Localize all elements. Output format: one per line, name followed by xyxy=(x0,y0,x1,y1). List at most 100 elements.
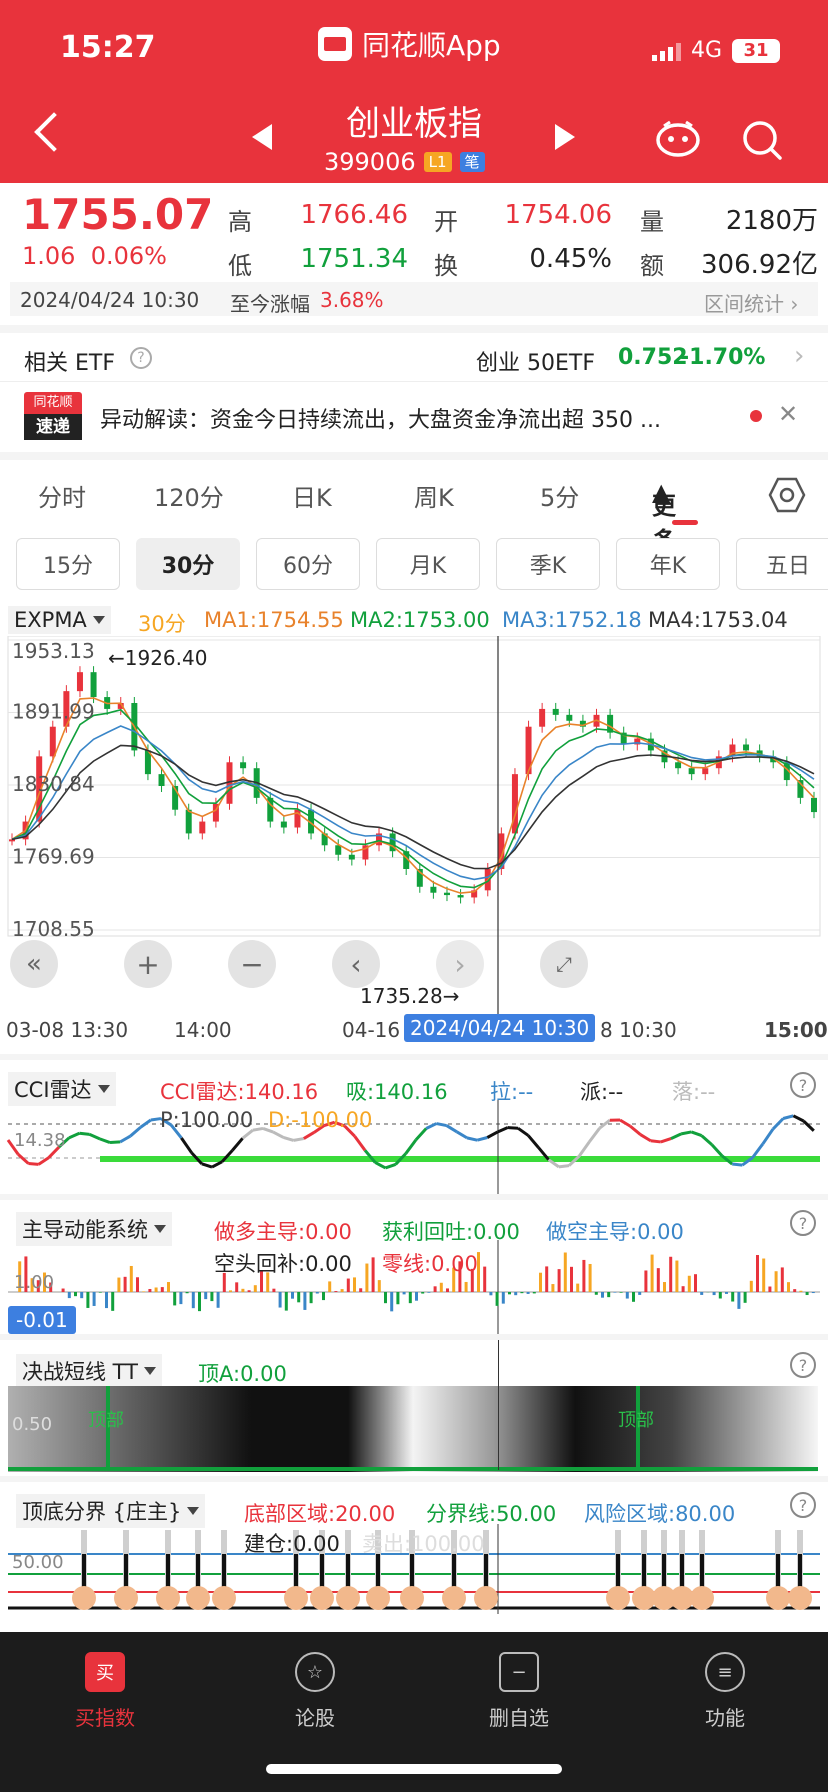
rewind-icon[interactable]: « xyxy=(10,940,58,988)
cci-line-segment xyxy=(139,1118,152,1129)
cci-line-segment xyxy=(639,1133,652,1143)
nav-label: 论股 xyxy=(295,1706,335,1730)
news-banner[interactable]: 同花顺 速递 异动解读：资金今日持续流出，大盘资金净流出超 350 ... ✕ xyxy=(0,381,828,451)
ktab-season[interactable]: 季K xyxy=(496,538,600,590)
zhudao-bar xyxy=(415,1292,418,1301)
help-icon[interactable]: ? xyxy=(790,1072,816,1098)
nav-functions[interactable]: ≡ 功能 xyxy=(660,1652,790,1731)
tab-daily[interactable]: 日K xyxy=(292,478,332,513)
kline-tabs: 15分 30分 60分 月K 季K 年K 五日 xyxy=(0,538,828,592)
help-icon[interactable]: ? xyxy=(130,347,152,369)
chevron-down-icon xyxy=(92,616,105,624)
candle-body xyxy=(688,768,695,775)
help-icon[interactable]: ? xyxy=(790,1492,816,1518)
zhudao-bar xyxy=(315,1292,319,1294)
related-etf-row[interactable]: 相关 ETF ? 创业 50ETF 0.752 -1.70% › xyxy=(0,325,828,381)
cci-line-segment xyxy=(293,1137,305,1142)
ktab-30min[interactable]: 30分 xyxy=(136,538,240,590)
signal-icon xyxy=(652,41,681,61)
cci-line-segment xyxy=(109,1140,121,1145)
ktab-15min[interactable]: 15分 xyxy=(16,538,120,590)
y-tick-label: 1953.13 xyxy=(12,639,95,663)
nav-label: 功能 xyxy=(705,1706,745,1730)
zhudao-bar xyxy=(780,1267,784,1292)
tab-120min[interactable]: 120分 xyxy=(154,478,224,513)
active-tab-indicator xyxy=(672,520,698,525)
divider xyxy=(0,1194,828,1200)
nav-lungu[interactable]: ☆ 论股 xyxy=(250,1652,380,1731)
cci-line-segment xyxy=(404,1138,418,1155)
ktab-year[interactable]: 年K xyxy=(616,538,720,590)
zhudao-bar xyxy=(570,1266,573,1292)
search-icon[interactable] xyxy=(740,118,784,162)
ktab-fiveday[interactable]: 五日 xyxy=(736,538,828,590)
tab-weekly[interactable]: 周K xyxy=(414,478,454,513)
zhudao-bar xyxy=(588,1263,592,1292)
x-label: 8 10:30 xyxy=(600,1018,677,1042)
dingdi-selector[interactable]: 顶底分界 {庄主} xyxy=(16,1494,206,1528)
next-bar-icon[interactable]: › xyxy=(436,940,484,988)
cci-line-segment xyxy=(384,1163,397,1170)
candle-body xyxy=(280,821,287,828)
tab-more[interactable]: 更多 ▲ xyxy=(652,478,676,555)
zoom-out-icon[interactable]: − xyxy=(228,940,276,988)
ktab-60min[interactable]: 60分 xyxy=(256,538,360,590)
x-label: 15:00 xyxy=(764,1018,828,1042)
juezhan-selector[interactable]: 决战短线 TT xyxy=(16,1354,162,1388)
robot-assistant-icon[interactable] xyxy=(654,118,702,158)
high-mark: ←1926.40 xyxy=(108,646,208,670)
zhudao-bar xyxy=(545,1266,549,1292)
zhudao-bar xyxy=(427,1292,431,1293)
hand-icon xyxy=(690,1586,714,1610)
hand-icon xyxy=(442,1586,466,1610)
zhudao-bar xyxy=(253,1285,257,1292)
high-label: 高 xyxy=(228,208,252,236)
zhudao-bar xyxy=(464,1281,468,1292)
cci-chart[interactable] xyxy=(0,1100,828,1194)
tab-5min[interactable]: 5分 xyxy=(540,478,579,513)
dingdi-d: 建仓:0.00 xyxy=(244,1532,340,1556)
help-icon[interactable]: ? xyxy=(790,1210,816,1236)
tab-fenshi[interactable]: 分时 xyxy=(38,478,86,513)
settings-hex-icon[interactable] xyxy=(768,476,806,514)
ktab-month[interactable]: 月K xyxy=(376,538,480,590)
indicator-selector[interactable]: EXPMA xyxy=(8,606,111,634)
help-icon[interactable]: ? xyxy=(790,1352,816,1378)
cci-line-segment xyxy=(272,1130,285,1139)
level1-badge: L1 xyxy=(423,152,452,172)
zhudao-bar xyxy=(607,1292,611,1298)
cci-line-segment xyxy=(558,1164,570,1169)
zhudao-bar xyxy=(92,1292,96,1306)
network-type: 4G xyxy=(691,38,723,63)
dingdi-y-label: 50.00 xyxy=(12,1552,64,1573)
zhudao-bar xyxy=(731,1292,735,1302)
chevron-right-icon: › xyxy=(794,341,805,371)
etf-name: 创业 50ETF xyxy=(476,351,595,376)
range-stats-label: 区间统计 xyxy=(704,292,784,316)
zhudao-bar xyxy=(384,1292,387,1304)
etf-pct: -1.70% xyxy=(680,345,766,370)
close-icon[interactable]: ✕ xyxy=(778,400,798,428)
nav-remove-watch[interactable]: − 删自选 xyxy=(454,1652,584,1731)
prev-bar-icon[interactable]: ‹ xyxy=(332,940,380,988)
juezhan-gradient-band[interactable] xyxy=(8,1386,818,1472)
fullscreen-icon[interactable]: ⤢ xyxy=(540,940,588,988)
candle-body xyxy=(566,714,573,721)
price-change: 1.06 0.06% xyxy=(22,242,167,270)
bi-badge: 笔 xyxy=(459,152,485,172)
open-label: 开 xyxy=(434,208,458,236)
hand-icon xyxy=(114,1586,138,1610)
x-label: 03-08 13:30 xyxy=(6,1018,129,1042)
range-stats-link[interactable]: 区间统计 › xyxy=(704,288,798,317)
zoom-in-icon[interactable]: + xyxy=(124,940,172,988)
nav-buy-index[interactable]: 买 买指数 xyxy=(40,1652,170,1731)
cci-line-segment xyxy=(303,1131,315,1140)
next-stock-icon[interactable] xyxy=(555,124,575,150)
zhudao-bar xyxy=(191,1292,195,1309)
battery-icon: 31 xyxy=(732,38,781,63)
zhudao-bar xyxy=(644,1270,648,1292)
zhudao-bar xyxy=(136,1277,139,1292)
cci-line-segment xyxy=(751,1143,765,1159)
zhudao-bar xyxy=(353,1277,356,1292)
cci-line-segment xyxy=(436,1122,447,1128)
